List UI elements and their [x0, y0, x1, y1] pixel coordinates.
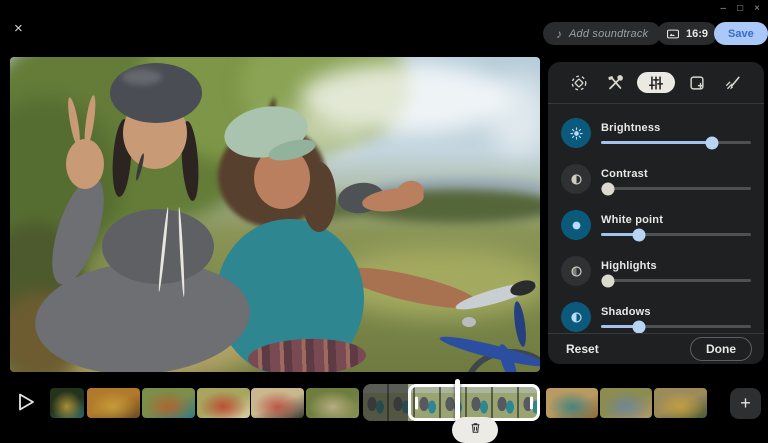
- filmstrip-thumb-clip-group-bikes[interactable]: [142, 388, 195, 418]
- filmstrip-thumb-clip-flower-field[interactable]: [197, 388, 250, 418]
- trimmed-out-region: [363, 384, 408, 421]
- window-close-icon[interactable]: ×: [754, 3, 760, 15]
- tab-filters[interactable]: [683, 72, 711, 93]
- save-label: Save: [728, 27, 754, 40]
- tools-icon: [608, 74, 623, 89]
- brightness-row: Brightness: [561, 117, 751, 149]
- brightness-icon: [561, 118, 591, 148]
- slider-label: Shadows: [601, 306, 651, 318]
- add-soundtrack-button[interactable]: ♪ Add soundtrack: [543, 22, 662, 45]
- editor-tabs: [548, 62, 764, 103]
- filmstrip-thumb-clip-red-sweater-pair[interactable]: [251, 388, 304, 418]
- highlights-icon: [561, 256, 591, 286]
- aspect-ratio-button[interactable]: 16:9: [657, 22, 718, 45]
- brightness-slider[interactable]: [601, 136, 751, 149]
- adjust-sliders-icon: [648, 75, 664, 90]
- tab-adjust[interactable]: [637, 72, 675, 93]
- trim-handle-right[interactable]: [530, 396, 533, 409]
- maximize-icon[interactable]: □: [737, 3, 743, 15]
- white-point-slider-thumb[interactable]: [632, 228, 645, 241]
- video-preview-canvas: [10, 57, 540, 372]
- aspect-ratio-value: 16:9: [686, 27, 709, 40]
- trim-selection-frame: [408, 384, 540, 421]
- highlights-slider[interactable]: [601, 274, 751, 287]
- trim-handle-left[interactable]: [415, 396, 418, 409]
- save-button[interactable]: Save: [714, 22, 768, 45]
- white-point-icon: [561, 210, 591, 240]
- shadows-slider[interactable]: [601, 320, 751, 333]
- filmstrip-thumb-clip-denim-grass[interactable]: [600, 388, 652, 418]
- reset-button[interactable]: Reset: [566, 342, 599, 356]
- white-point-slider[interactable]: [601, 228, 751, 241]
- tab-tools[interactable]: [601, 72, 629, 93]
- shadows-icon: [561, 302, 591, 332]
- markup-pen-icon: [726, 76, 740, 89]
- tab-markup[interactable]: [719, 72, 747, 93]
- window-controls: – □ ×: [721, 3, 760, 15]
- contrast-row: Contrast: [561, 163, 751, 195]
- contrast-slider-thumb[interactable]: [601, 182, 615, 195]
- filmstrip-thumb-clip-picnic[interactable]: [306, 388, 359, 418]
- trash-icon: [471, 423, 479, 433]
- contrast-slider[interactable]: [601, 182, 751, 195]
- aspect-ratio-icon: [667, 29, 679, 38]
- play-button[interactable]: [16, 392, 36, 412]
- add-clip-button[interactable]: +: [730, 388, 761, 419]
- slider-label: Highlights: [601, 260, 657, 272]
- slider-label: Contrast: [601, 168, 648, 180]
- selected-clip[interactable]: [363, 384, 540, 421]
- done-button[interactable]: Done: [690, 337, 752, 361]
- minimize-icon[interactable]: –: [721, 3, 727, 15]
- contrast-icon: [561, 164, 591, 194]
- close-editor-button[interactable]: ×: [14, 21, 23, 36]
- panel-footer: Reset Done: [548, 333, 764, 364]
- adjust-sliders-list: Brightness Contrast White point Highligh…: [548, 104, 764, 333]
- music-note-icon: ♪: [556, 26, 562, 41]
- edit-panel: Brightness Contrast White point Highligh…: [548, 62, 764, 364]
- add-soundtrack-label: Add soundtrack: [569, 27, 649, 40]
- shadows-row: Shadows: [561, 301, 751, 333]
- brightness-slider-thumb[interactable]: [705, 136, 719, 149]
- highlights-slider-thumb[interactable]: [601, 274, 615, 287]
- filmstrip-thumb-clip-group-sitting[interactable]: [654, 388, 707, 418]
- crop-rotate-icon: [571, 75, 587, 90]
- filmstrip-thumb-clip-hands-on-face[interactable]: [87, 388, 140, 418]
- shadows-slider-thumb[interactable]: [632, 320, 645, 333]
- filters-icon: [690, 75, 704, 90]
- slider-label: White point: [601, 214, 664, 226]
- delete-clip-button[interactable]: [452, 417, 498, 443]
- tab-crop-rotate[interactable]: [565, 72, 593, 93]
- filmstrip-thumb-clip-couple-garden[interactable]: [50, 388, 84, 418]
- playhead[interactable]: [455, 379, 460, 421]
- white-point-row: White point: [561, 209, 751, 241]
- filmstrip-thumb-clip-bike-path[interactable]: [546, 388, 598, 418]
- highlights-row: Highlights: [561, 255, 751, 287]
- slider-label: Brightness: [601, 122, 661, 134]
